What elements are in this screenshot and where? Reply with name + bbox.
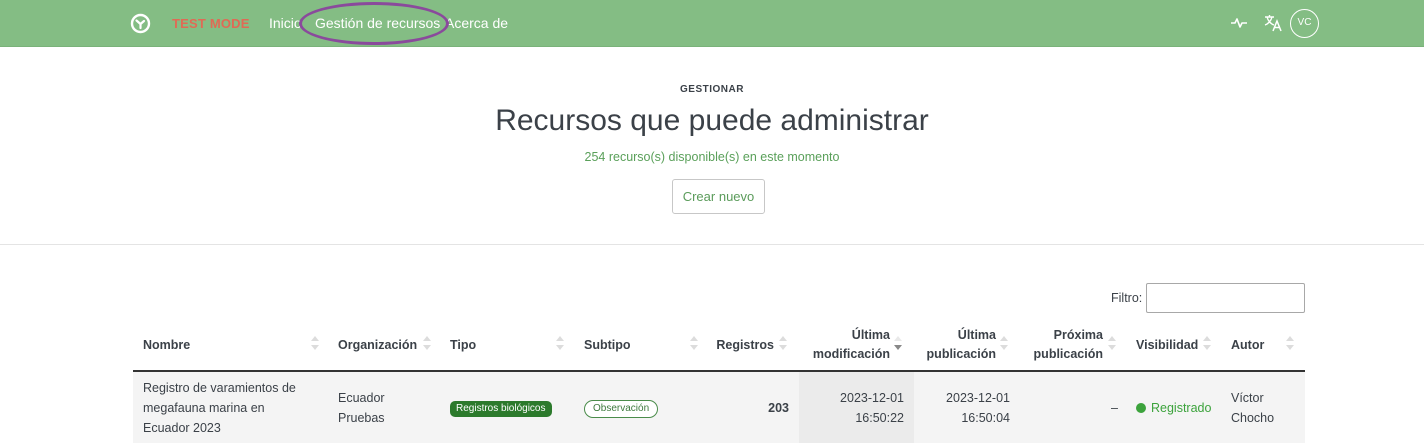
column-label: Tipo <box>450 337 477 352</box>
sort-icon[interactable] <box>1203 334 1211 354</box>
cell-registros: 203 <box>768 401 789 415</box>
nav-link-inicio[interactable]: Inicio <box>269 15 302 31</box>
column-header-proxima-publicacion[interactable]: Próxima publicación <box>1013 320 1103 370</box>
nav-link-gestion-recursos[interactable]: Gestión de recursos <box>315 15 440 31</box>
cell-date: 2023-12-01 <box>840 391 904 405</box>
column-label: Próxima <box>1053 328 1103 342</box>
resource-count: 254 recurso(s) disponible(s) en este mom… <box>584 150 840 164</box>
section-divider <box>0 244 1424 245</box>
sort-icon[interactable] <box>311 334 319 354</box>
cell-date: 2023-12-01 <box>946 391 1010 405</box>
cell-text: Ecuador 2023 <box>143 421 221 435</box>
cell-text: Pruebas <box>338 411 385 425</box>
sort-desc-icon[interactable] <box>894 334 902 354</box>
cell-ultima-publicacion: 2023-12-01 16:50:04 <box>913 388 1010 428</box>
column-header-visibilidad[interactable]: Visibilidad <box>1136 320 1206 370</box>
sort-icon[interactable] <box>690 334 698 354</box>
cell-text: Registro de varamientos de <box>143 381 296 395</box>
column-label: Subtipo <box>584 337 631 352</box>
column-label: publicación <box>926 347 996 361</box>
cell-time: 16:50:04 <box>961 411 1010 425</box>
table-row[interactable]: Registro de varamientos de megafauna mar… <box>133 372 1305 443</box>
cell-nombre[interactable]: Registro de varamientos de megafauna mar… <box>143 378 323 438</box>
sort-icon[interactable] <box>1000 334 1008 354</box>
filter-input[interactable] <box>1146 283 1305 313</box>
test-mode-label: TEST MODE <box>172 16 250 31</box>
column-label: Organización <box>338 337 418 352</box>
column-label: publicación <box>1033 347 1103 361</box>
cell-organizacion: Ecuador Pruebas <box>338 388 428 428</box>
column-header-ultima-modificacion[interactable]: Última modificación <box>795 320 890 370</box>
sort-icon[interactable] <box>1286 334 1294 354</box>
top-navbar: TEST MODE Inicio Gestión de recursos Ace… <box>0 0 1424 47</box>
page-eyebrow: GESTIONAR <box>680 84 744 95</box>
sort-icon[interactable] <box>1108 334 1116 354</box>
column-header-nombre[interactable]: Nombre <box>143 320 323 370</box>
cell-time: 16:50:22 <box>855 411 904 425</box>
translate-icon[interactable] <box>1263 13 1283 33</box>
table-header: Nombre Organización Tipo Subtipo Registr… <box>133 320 1305 372</box>
cell-autor: Víctor Chocho <box>1231 388 1301 428</box>
column-label: Última <box>957 328 996 342</box>
nav-link-acerca-de[interactable]: Acerca de <box>445 15 508 31</box>
column-header-tipo[interactable]: Tipo <box>450 320 550 370</box>
column-label: Registros <box>716 337 774 352</box>
column-header-ultima-publicacion[interactable]: Última publicación <box>903 320 996 370</box>
cell-text: Víctor <box>1231 391 1264 405</box>
cell-visibilidad: Registrado <box>1136 398 1226 418</box>
sort-icon[interactable] <box>779 334 787 354</box>
user-avatar[interactable]: VC <box>1290 9 1319 38</box>
status-dot-icon <box>1136 403 1146 413</box>
pulse-icon[interactable] <box>1230 14 1248 32</box>
cell-text: Ecuador <box>338 391 385 405</box>
column-label: Visibilidad <box>1136 337 1199 352</box>
logo-icon[interactable] <box>130 13 151 34</box>
column-header-registros[interactable]: Registros <box>703 320 774 370</box>
cell-proxima-publicacion: – <box>1111 401 1118 415</box>
column-header-autor[interactable]: Autor <box>1231 320 1281 370</box>
cell-text: megafauna marina en <box>143 401 265 415</box>
sort-icon[interactable] <box>423 334 431 354</box>
type-badge: Registros biológicos <box>450 401 552 417</box>
cell-ultima-modificacion: 2023-12-01 16:50:22 <box>813 388 904 428</box>
visibility-status: Registrado <box>1151 401 1212 415</box>
column-header-organizacion[interactable]: Organización <box>338 320 428 370</box>
column-label: Última <box>851 328 890 342</box>
filter-label: Filtro: <box>1111 291 1143 305</box>
column-header-subtipo[interactable]: Subtipo <box>584 320 684 370</box>
subtype-badge: Observación <box>584 400 659 418</box>
page-title: Recursos que puede administrar <box>495 104 929 137</box>
create-new-button[interactable]: Crear nuevo <box>672 179 765 214</box>
column-label: Nombre <box>143 337 191 352</box>
sort-icon[interactable] <box>556 334 564 354</box>
cell-text: Chocho <box>1231 411 1275 425</box>
column-label: modificación <box>812 347 890 361</box>
column-label: Autor <box>1231 337 1265 352</box>
